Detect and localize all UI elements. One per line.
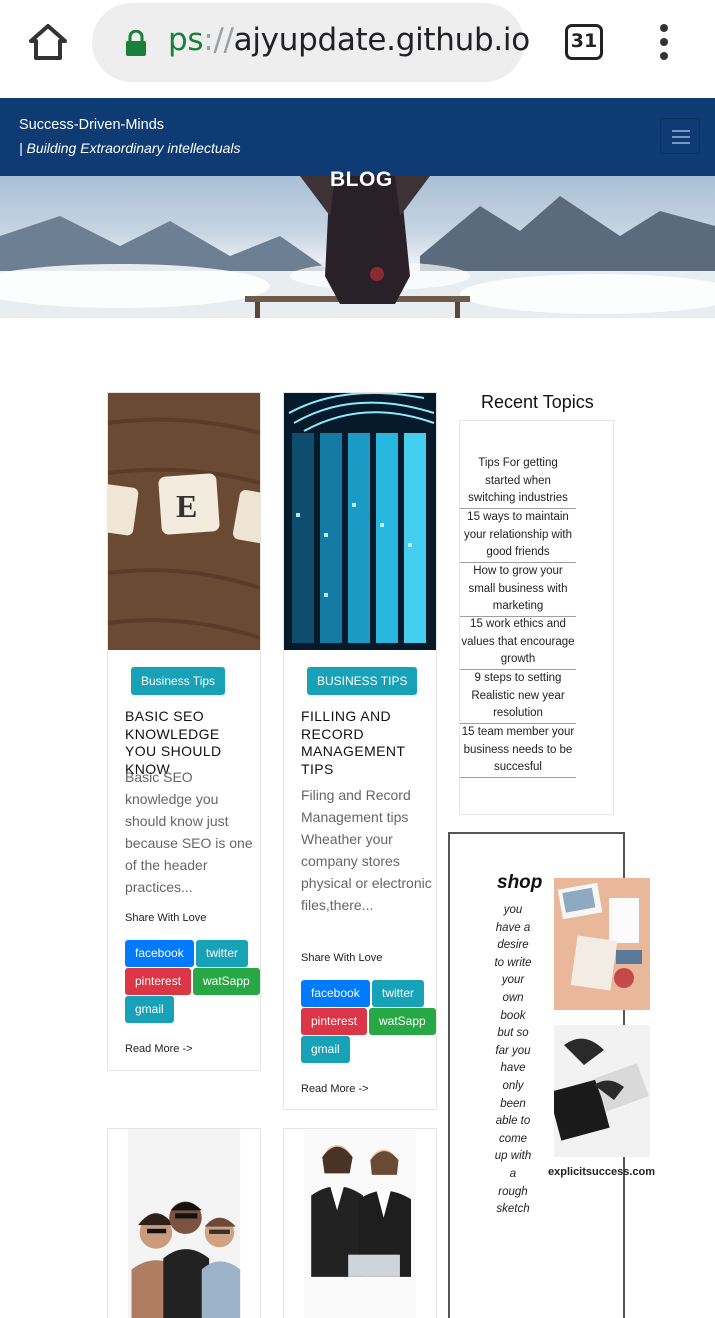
post-title[interactable]: FILLING AND RECORD MANAGEMENT TIPS <box>301 708 431 778</box>
hero-mountains-image <box>0 176 715 318</box>
svg-text:E: E <box>176 488 197 524</box>
facebook-share-button[interactable]: facebook <box>301 980 370 1007</box>
scrabble-tiles-image[interactable]: E <box>108 393 260 650</box>
post-excerpt: Basic SEO knowledge you should know just… <box>125 769 253 895</box>
server-rack-image[interactable] <box>284 393 436 650</box>
site-navbar: Success-Driven-Minds | Building Extraord… <box>0 98 715 176</box>
recent-topic-link[interactable]: 15 ways to maintain your relationship wi… <box>460 509 576 564</box>
share-label: Share With Love <box>301 952 383 964</box>
post-excerpt: Filing and Record Management tips Wheath… <box>301 787 432 913</box>
businesswomen-image[interactable] <box>284 1129 436 1318</box>
gmail-share-button[interactable]: gmail <box>125 996 174 1023</box>
recent-topic-link[interactable]: Tips For getting started when switching … <box>460 455 576 510</box>
shop-title: shop <box>497 872 543 893</box>
gmail-share-button[interactable]: gmail <box>301 1036 350 1063</box>
home-icon[interactable] <box>24 18 72 66</box>
hamburger-menu-icon[interactable] <box>660 118 700 154</box>
recent-topic-link[interactable]: 15 team member your business needs to be… <box>460 724 576 779</box>
hero-banner <box>0 176 715 318</box>
read-more-link[interactable]: Read More -> <box>301 1083 369 1095</box>
twitter-share-button[interactable]: twitter <box>372 980 425 1007</box>
recent-topic-link[interactable]: How to grow your small business with mar… <box>460 563 576 618</box>
whatsapp-share-button[interactable]: watSapp <box>369 1008 436 1035</box>
recent-topics-heading: Recent Topics <box>481 392 594 412</box>
url-text[interactable]: ps://ajyupdate.github.io <box>168 22 530 58</box>
desk-workspace-image[interactable] <box>554 878 650 1010</box>
recent-topic-link[interactable]: 9 steps to setting Realistic new year re… <box>460 670 576 725</box>
share-label: Share With Love <box>125 912 207 924</box>
blog-card <box>107 1128 261 1318</box>
category-badge[interactable]: Business Tips <box>131 667 226 695</box>
friends-laughing-image[interactable] <box>108 1129 260 1318</box>
pinterest-share-button[interactable]: pinterest <box>301 1008 368 1035</box>
pinterest-share-button[interactable]: pinterest <box>125 968 192 995</box>
shop-site-link[interactable]: explicitsuccess.com <box>548 1166 655 1178</box>
shop-description: you have a desire to write your own book… <box>494 904 532 1216</box>
site-tagline: | Building Extraordinary intellectuals <box>19 140 241 156</box>
lock-icon[interactable] <box>124 30 148 56</box>
browser-toolbar: ps://ajyupdate.github.io 31 <box>0 0 715 98</box>
twitter-share-button[interactable]: twitter <box>196 940 249 967</box>
hero-title: BLOG <box>330 168 393 191</box>
blog-card <box>283 1128 437 1318</box>
read-more-link[interactable]: Read More -> <box>125 1043 193 1055</box>
tab-switcher-button[interactable]: 31 <box>565 24 603 60</box>
whatsapp-share-button[interactable]: watSapp <box>193 968 260 995</box>
facebook-share-button[interactable]: facebook <box>125 940 194 967</box>
laptop-typing-image[interactable] <box>554 1025 650 1157</box>
category-badge[interactable]: BUSINESS TIPS <box>307 667 418 695</box>
more-vert-icon[interactable] <box>652 24 676 62</box>
recent-topic-link[interactable]: 15 work ethics and values that encourage… <box>460 616 576 671</box>
site-brand[interactable]: Success-Driven-Minds <box>19 117 164 133</box>
